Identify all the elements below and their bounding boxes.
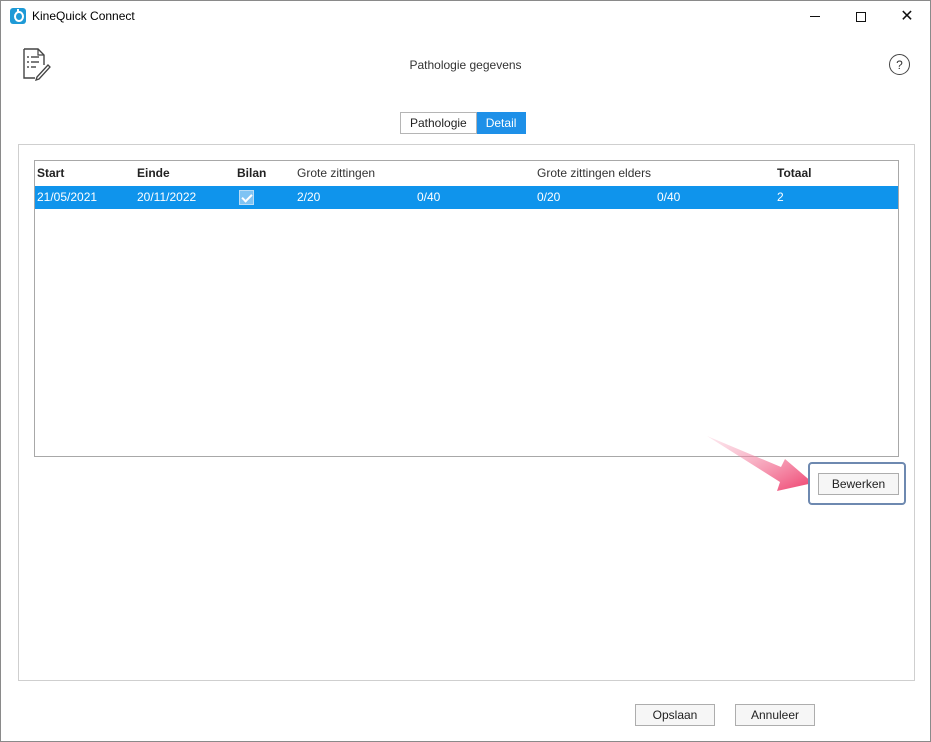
tab-detail[interactable]: Detail (476, 112, 527, 134)
bilan-checkbox[interactable] (239, 190, 254, 205)
minimize-icon (810, 16, 820, 17)
help-icon[interactable]: ? (889, 54, 910, 75)
column-header-start[interactable]: Start (37, 161, 64, 185)
column-header-totaal[interactable]: Totaal (777, 161, 811, 185)
column-header-bilan[interactable]: Bilan (237, 161, 266, 185)
table-row[interactable]: 21/05/2021 20/11/2022 2/20 0/40 0/20 0/4… (35, 186, 898, 209)
close-button[interactable]: ✕ (884, 1, 930, 32)
column-header-grote-zittingen-elders[interactable]: Grote zittingen elders (537, 161, 651, 185)
maximize-button[interactable] (838, 1, 884, 32)
cell-elders: 0/20 (537, 190, 561, 204)
page-title: Pathologie gegevens (409, 58, 522, 72)
column-header-grote-zittingen[interactable]: Grote zittingen (297, 161, 375, 185)
tab-bar: Pathologie Detail (400, 112, 527, 134)
minimize-button[interactable] (792, 1, 838, 32)
cell-grote-zittingen-max: 0/40 (417, 190, 441, 204)
annotation-arrow-icon (707, 436, 813, 491)
window-title: KineQuick Connect (32, 9, 135, 23)
maximize-icon (856, 11, 866, 22)
bewerken-button[interactable]: Bewerken (818, 473, 899, 495)
grid-header: Start Einde Bilan Grote zittingen Grote … (35, 161, 898, 185)
title-bar[interactable]: KineQuick Connect ✕ (1, 1, 930, 32)
cell-totaal: 2 (777, 190, 784, 204)
opslaan-button[interactable]: Opslaan (635, 704, 715, 726)
sessions-grid[interactable]: Start Einde Bilan Grote zittingen Grote … (34, 160, 899, 457)
cell-elders-max: 0/40 (657, 190, 681, 204)
cell-start: 21/05/2021 (37, 190, 98, 204)
close-icon: ✕ (900, 7, 914, 25)
cell-grote-zittingen: 2/20 (297, 190, 321, 204)
annuleer-button[interactable]: Annuleer (735, 704, 815, 726)
column-header-einde[interactable]: Einde (137, 161, 170, 185)
kinequick-logo-icon (10, 8, 26, 24)
tab-pathologie[interactable]: Pathologie (400, 112, 477, 134)
cell-einde: 20/11/2022 (137, 190, 197, 204)
app-window: KineQuick Connect ✕ Pathologie gegevens … (0, 0, 931, 742)
